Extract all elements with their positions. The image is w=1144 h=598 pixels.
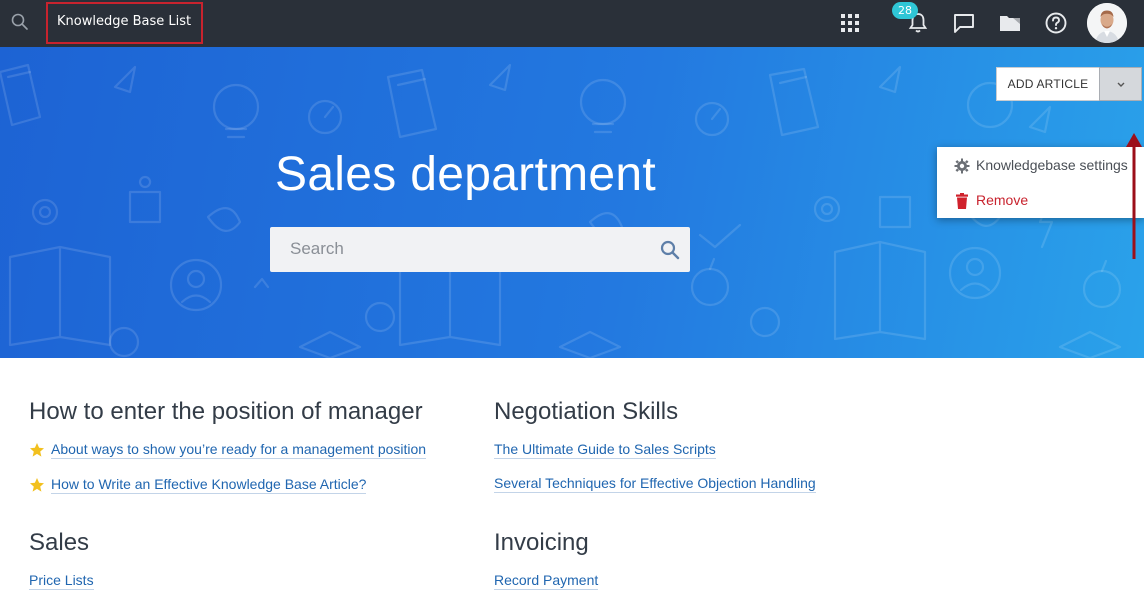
star-icon [30,478,44,492]
article-link[interactable]: The Ultimate Guide to Sales Scripts [494,441,716,459]
menu-item-settings[interactable]: Knowledgebase settings [937,150,1144,180]
folder-icon[interactable] [998,11,1022,35]
add-article-button[interactable]: ADD ARTICLE [996,67,1100,101]
top-bar: Knowledge Base List 28 [0,0,1144,47]
user-photo-icon [1087,3,1127,43]
article-link[interactable]: How to Write an Effective Knowledge Base… [51,476,367,494]
dropdown-menu: Knowledgebase settings Remove [937,147,1144,218]
search-box[interactable]: Search [270,227,690,272]
section-title: Negotiation Skills [494,398,679,425]
hero-banner: Sales department Search ADD ARTICLE Know… [0,47,1144,358]
chat-icon[interactable] [952,11,976,35]
menu-item-remove-label: Remove [976,192,1029,208]
trash-icon [956,193,968,209]
avatar[interactable] [1087,3,1127,43]
apps-grid-icon[interactable] [838,11,862,35]
search-input[interactable]: Search [290,239,344,259]
chevron-down-icon [1117,82,1125,87]
page-title: Knowledge Base List [57,14,192,29]
article-link[interactable]: Price Lists [29,572,94,590]
article-link[interactable]: Record Payment [494,572,599,590]
article-link[interactable]: About ways to show you’re ready for a ma… [51,441,427,459]
menu-item-settings-label: Knowledgebase settings [976,157,1128,173]
help-icon[interactable] [1044,11,1068,35]
notification-badge: 28 [892,2,918,19]
annotation-arrow [1126,133,1142,259]
gear-icon [954,158,970,174]
menu-item-remove[interactable]: Remove [937,185,1144,215]
section-title: Invoicing [494,529,589,556]
search-icon[interactable] [659,239,681,261]
search-icon[interactable] [10,12,30,32]
hero-title: Sales department [275,148,657,201]
star-icon [30,443,44,457]
section-title: How to enter the position of manager [29,398,423,425]
add-article-dropdown-button[interactable] [1099,67,1142,101]
section-title: Sales [29,529,90,556]
article-link[interactable]: Several Techniques for Effective Objecti… [494,475,816,493]
